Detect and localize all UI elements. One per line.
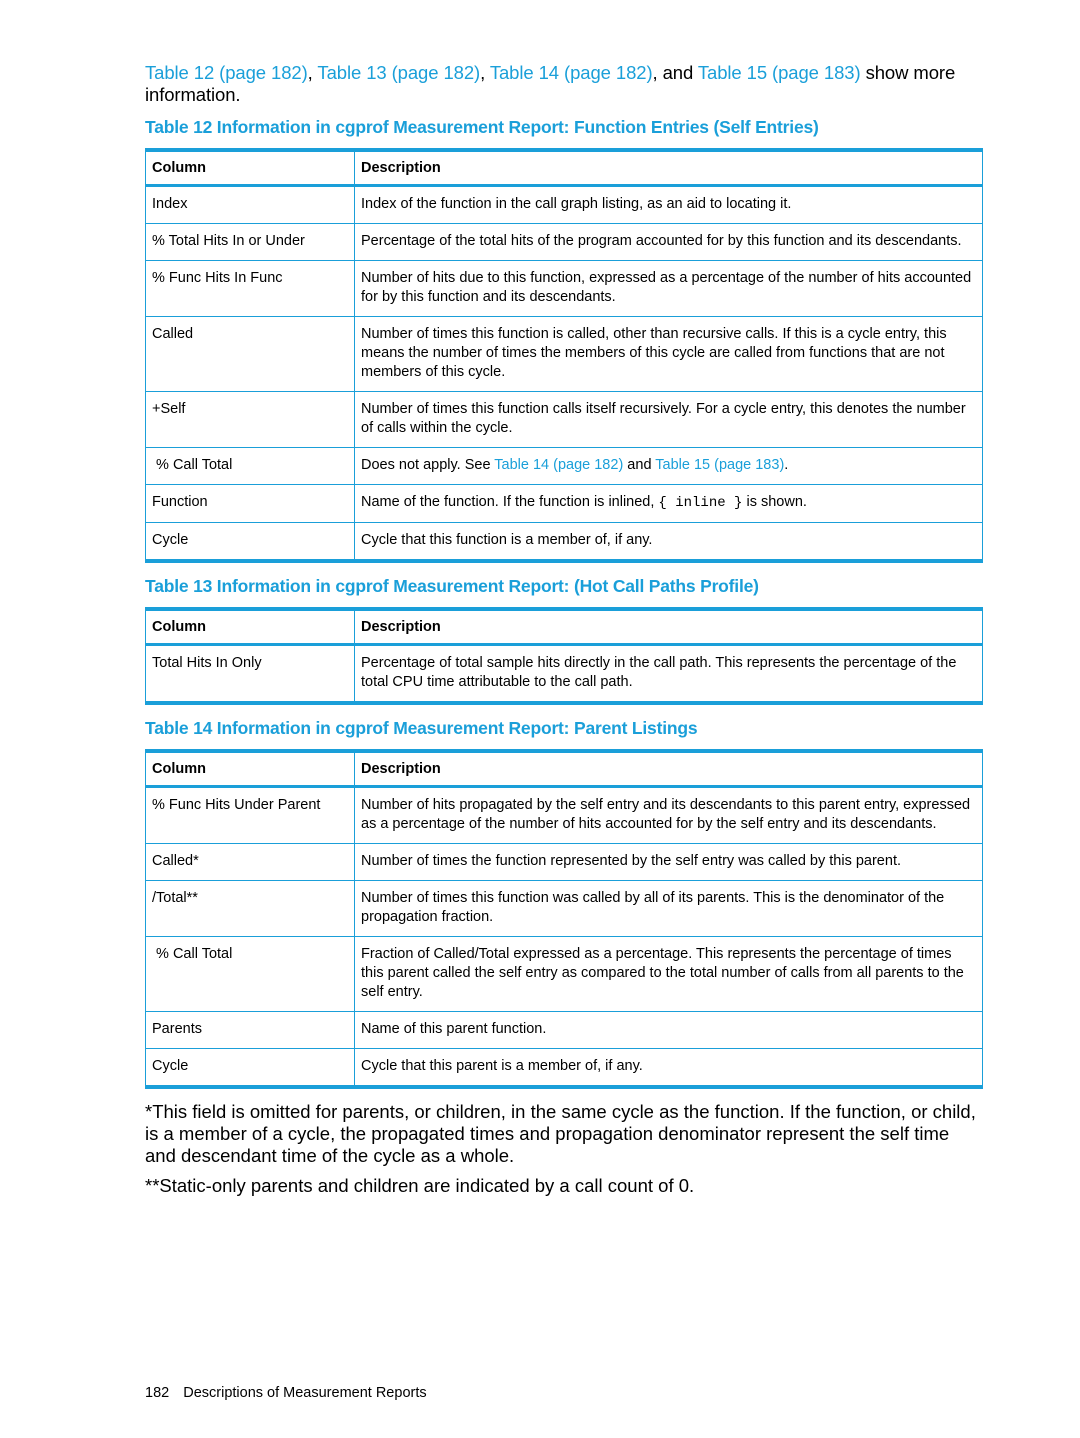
cell-description: Number of hits propagated by the self en… (354, 786, 983, 844)
table-row: % Call Total Fraction of Called/Total ex… (145, 936, 983, 1012)
cell-description: Number of times this function is called,… (354, 316, 983, 392)
cell-description: Percentage of total sample hits directly… (354, 644, 983, 704)
cell-description: Number of hits due to this function, exp… (354, 260, 983, 317)
table-row: Index Index of the function in the call … (145, 185, 983, 224)
link-table-14[interactable]: Table 14 (page 182) (490, 62, 653, 83)
cell-column: +Self (145, 391, 355, 448)
table-row: Cycle Cycle that this function is a memb… (145, 522, 983, 562)
cell-description: Number of times this function calls itse… (354, 391, 983, 448)
table-12-caption: Table 12 Information in cgprof Measureme… (145, 117, 819, 137)
cell-description: Cycle that this function is a member of,… (354, 522, 983, 562)
cell-description: Number of times the function represented… (354, 843, 983, 881)
intro-separator: , and (652, 62, 698, 83)
table-row: Called* Number of times the function rep… (145, 843, 983, 881)
table-row: % Total Hits In or Under Percentage of t… (145, 223, 983, 261)
table-row: Cycle Cycle that this parent is a member… (145, 1048, 983, 1088)
header-column: Column (145, 608, 355, 646)
cell-column: Cycle (145, 1048, 355, 1088)
cell-description: Number of times this function was called… (354, 880, 983, 937)
table-header-row: Column Description (145, 608, 983, 646)
page-footer: 182 Descriptions of Measurement Reports (145, 1385, 427, 1401)
table-row: Total Hits In Only Percentage of total s… (145, 644, 983, 704)
cell-column: Parents (145, 1011, 355, 1049)
cell-description: Cycle that this parent is a member of, i… (354, 1048, 983, 1088)
description-text: Does not apply. See (361, 457, 495, 473)
cell-description: Percentage of the total hits of the prog… (354, 223, 983, 261)
cell-column: % Call Total (145, 447, 355, 485)
cell-column: Total Hits In Only (145, 644, 355, 704)
table-13: Column Description Total Hits In Only Pe… (145, 607, 983, 705)
cell-description: Name of this parent function. (354, 1011, 983, 1049)
description-text: Name of the function. If the function is… (361, 494, 659, 510)
cell-column: Cycle (145, 522, 355, 562)
cell-column: /Total** (145, 880, 355, 937)
header-description: Description (354, 149, 983, 187)
inline-code: { inline } (658, 495, 743, 511)
table-14-caption: Table 14 Information in cgprof Measureme… (145, 718, 698, 738)
intro-paragraph: Table 12 (page 182), Table 13 (page 182)… (145, 62, 983, 106)
intro-separator: , (307, 62, 318, 83)
table-row: % Call Total Does not apply. See Table 1… (145, 447, 983, 485)
table-header-row: Column Description (145, 750, 983, 788)
link-table-14[interactable]: Table 14 (page 182) (494, 457, 623, 473)
table-14: Column Description % Func Hits Under Par… (145, 749, 983, 1089)
page-number: 182 (145, 1385, 170, 1401)
cell-column: % Call Total (145, 936, 355, 1012)
footnote-double-asterisk: **Static-only parents and children are i… (145, 1175, 695, 1196)
cell-column: % Total Hits In or Under (145, 223, 355, 261)
table-row: Parents Name of this parent function. (145, 1011, 983, 1049)
cell-column: Called* (145, 843, 355, 881)
description-text: . (784, 457, 789, 473)
table-row: Called Number of times this function is … (145, 316, 983, 392)
table-header-row: Column Description (145, 149, 983, 187)
section-title: Descriptions of Measurement Reports (183, 1385, 427, 1401)
header-description: Description (354, 750, 983, 788)
cell-column: % Func Hits In Func (145, 260, 355, 317)
table-row: % Func Hits In Func Number of hits due t… (145, 260, 983, 317)
link-table-15[interactable]: Table 15 (page 183) (698, 62, 861, 83)
cell-description: Fraction of Called/Total expressed as a … (354, 936, 983, 1012)
link-table-15[interactable]: Table 15 (page 183) (655, 457, 784, 473)
table-13-caption: Table 13 Information in cgprof Measureme… (145, 576, 759, 596)
cell-column: Called (145, 316, 355, 392)
cell-column: Index (145, 185, 355, 224)
link-table-13[interactable]: Table 13 (page 182) (317, 62, 480, 83)
cell-description: Index of the function in the call graph … (354, 185, 983, 224)
page-content: Table 12 (page 182), Table 13 (page 182)… (145, 62, 983, 1203)
link-table-12[interactable]: Table 12 (page 182) (145, 62, 308, 83)
description-text: is shown. (742, 494, 807, 510)
table-row: /Total** Number of times this function w… (145, 880, 983, 937)
table-12: Column Description Index Index of the fu… (145, 148, 983, 563)
header-column: Column (145, 750, 355, 788)
table-row: % Func Hits Under Parent Number of hits … (145, 786, 983, 844)
header-description: Description (354, 608, 983, 646)
table-row: Function Name of the function. If the fu… (145, 484, 983, 523)
cell-description: Does not apply. See Table 14 (page 182) … (354, 447, 983, 485)
footnote-single-asterisk: *This field is omitted for parents, or c… (145, 1101, 976, 1166)
cell-column: % Func Hits Under Parent (145, 786, 355, 844)
intro-separator: , (480, 62, 490, 83)
description-text: and (623, 457, 656, 473)
cell-description: Name of the function. If the function is… (354, 484, 983, 523)
table-row: +Self Number of times this function call… (145, 391, 983, 448)
cell-column: Function (145, 484, 355, 523)
header-column: Column (145, 149, 355, 187)
